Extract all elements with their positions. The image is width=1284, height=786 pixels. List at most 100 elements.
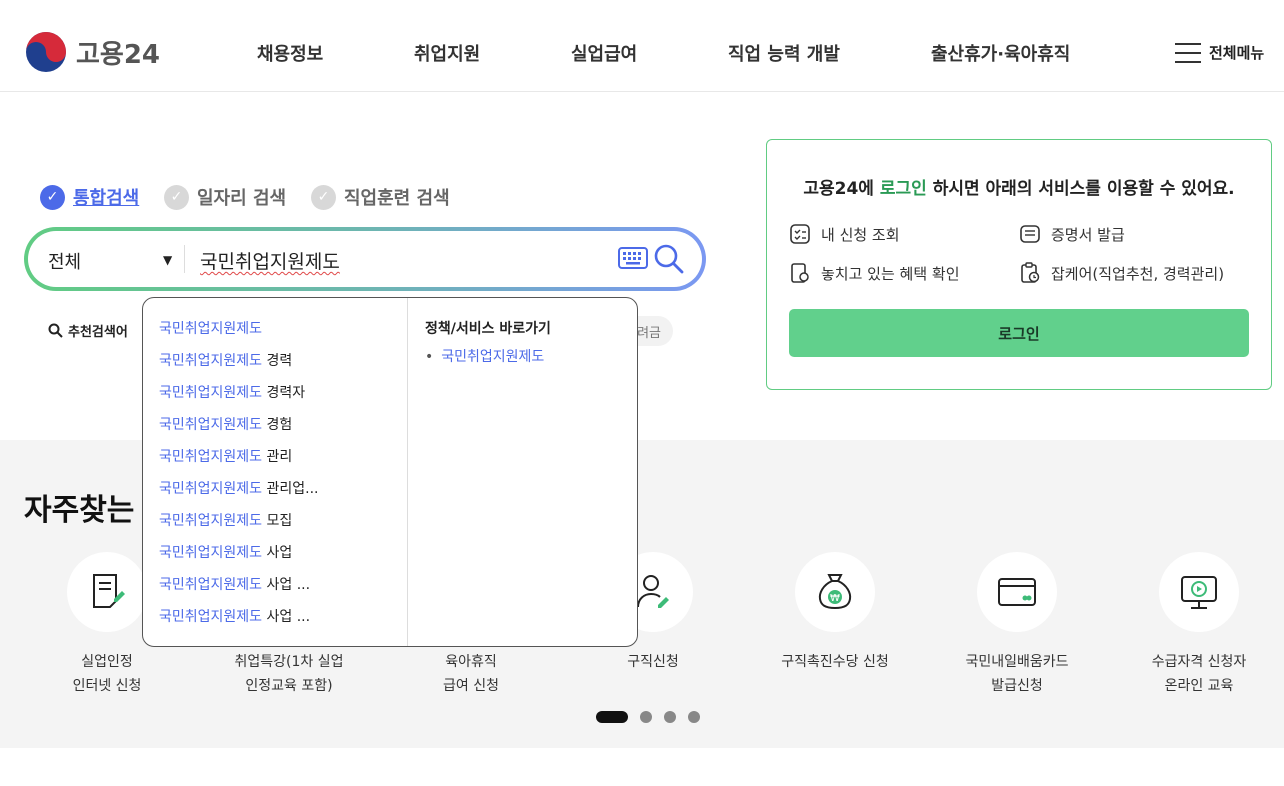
tab-label: 통합검색 [73,188,140,209]
all-menu-label: 전체메뉴 [1209,44,1265,62]
suggestion-keyword: 국민취업지원제도 [159,353,263,369]
site-logo[interactable]: 고용24 [24,30,160,74]
service-missed-benefits[interactable]: 놓치고 있는 혜택 확인 [789,262,960,284]
quick-link-label: 실업인정 인터넷 신청 [72,654,142,694]
shortcut-link[interactable]: • 국민취업지원제도 [425,346,544,366]
keyboard-icon[interactable] [618,247,648,269]
carousel-dot[interactable] [664,711,676,723]
nav-unemployment-benefit[interactable]: 실업급여 [571,40,637,66]
suggestion-item[interactable]: 국민취업지원제도 [159,318,262,338]
suggestion-item[interactable]: 국민취업지원제도 사업 [159,542,292,562]
search-bar: 전체 ▼ 국민취업지원제도 [24,227,706,291]
quick-link-label: 수급자격 신청자 온라인 교육 [1151,654,1247,694]
quick-link-label: 국민내일배움카드 발급신청 [965,654,1069,694]
service-label: 놓치고 있는 혜택 확인 [821,264,960,283]
service-jobcare[interactable]: 잡케어(직업추천, 경력관리) [1019,262,1224,284]
shortcut-title: 정책/서비스 바로가기 [425,321,551,337]
quick-link-label: 육아휴직 급여 신청 [443,654,499,694]
divider [184,245,185,273]
tab-label: 일자리 검색 [197,188,287,209]
monitor-play-icon [1181,576,1217,609]
all-menu-button[interactable]: 전체메뉴 [1175,42,1264,63]
checklist-icon [790,224,810,244]
nav-employment-support[interactable]: 취업지원 [414,40,480,66]
carousel-pagination [596,711,712,723]
suggestion-item[interactable]: 국민취업지원제도 사업 ... [159,606,310,626]
svg-text:₩: ₩ [830,593,840,604]
login-button[interactable]: 로그인 [789,309,1249,357]
check-icon: ✓ [311,184,336,210]
quick-link-label: 취업특강(1차 실업 인정교육 포함) [234,654,344,694]
login-msg-suffix: 하시면 아래의 서비스를 이용할 수 있어요. [926,179,1235,199]
tab-training-search[interactable]: ✓ 직업훈련 검색 [311,184,450,210]
nav-parental-leave[interactable]: 출산휴가·육아휴직 [931,40,1070,66]
nav-jobs[interactable]: 채용정보 [257,40,323,66]
autocomplete-dropdown: 국민취업지원제도 국민취업지원제도 경력 국민취업지원제도 경력자 국민취업지원… [142,297,638,647]
suggestion-keyword: 국민취업지원제도 [159,417,263,433]
nav-job-skills[interactable]: 직업 능력 개발 [728,40,840,66]
site-header: 고용24 채용정보 취업지원 실업급여 직업 능력 개발 출산휴가·육아휴직 전… [0,0,1284,92]
suggestion-keyword: 국민취업지원제도 [159,513,263,529]
suggestion-item[interactable]: 국민취업지원제도 모집 [159,510,292,530]
suggestion-rest: 모집 [262,513,293,529]
shortcut-link-label: 국민취업지원제도 [441,349,545,365]
suggestion-rest: 관리업... [262,481,319,497]
certificate-icon [1020,225,1040,243]
logo-text: 고용24 [76,39,161,70]
carousel-dot[interactable] [688,711,700,723]
carousel-dot[interactable] [640,711,652,723]
suggestion-item[interactable]: 국민취업지원제도 경력 [159,350,292,370]
suggestion-item[interactable]: 국민취업지원제도 경력자 [159,382,305,402]
search-input[interactable]: 국민취업지원제도 [200,247,340,274]
quick-link-label: 구직촉진수당 신청 [781,654,889,670]
service-my-applications[interactable]: 내 신청 조회 [789,223,900,245]
service-label: 잡케어(직업추천, 경력관리) [1051,264,1225,283]
check-icon: ✓ [164,184,189,210]
search-icon [48,323,63,338]
login-msg-prefix: 고용24에 [803,179,880,199]
clipboard-clock-icon [1021,262,1040,283]
search-icon[interactable] [653,243,685,275]
recommended-label: 추천검색어 [68,325,128,340]
suggestion-rest: 경험 [262,417,293,433]
suggestion-item[interactable]: 국민취업지원제도 관리 [159,446,292,466]
quick-link-job-promotion-allowance[interactable]: ₩ 구직촉진수당 신청 [755,552,915,674]
suggestion-rest: 경력 [262,353,293,369]
suggestion-keyword: 국민취업지원제도 [159,481,263,497]
suggestion-item[interactable]: 국민취업지원제도 사업 ... [159,574,310,594]
page-root: 고용24 채용정보 취업지원 실업급여 직업 능력 개발 출산휴가·육아휴직 전… [0,0,1284,786]
suggestion-item[interactable]: 국민취업지원제도 관리업... [159,478,319,498]
caret-down-icon[interactable]: ▼ [163,253,172,267]
quick-link-learning-card[interactable]: 국민내일배움카드 발급신청 [937,552,1097,698]
suggestion-keyword: 국민취업지원제도 [159,321,263,337]
search-scope-select[interactable]: 전체 [48,248,81,274]
service-label: 내 신청 조회 [821,225,900,244]
suggestion-item[interactable]: 국민취업지원제도 경험 [159,414,292,434]
bullet-icon: • [425,349,434,365]
quick-link-label: 구직신청 [627,654,679,670]
suggestion-rest: 사업 [262,545,293,561]
suggestion-rest: 경력자 [262,385,306,401]
login-box: 고용24에 로그인 하시면 아래의 서비스를 이용할 수 있어요. 내 신청 조… [766,139,1272,390]
quick-link-online-education[interactable]: 수급자격 신청자 온라인 교육 [1119,552,1279,698]
taegeuk-logo-icon [26,32,66,72]
suggestion-list: 국민취업지원제도 국민취업지원제도 경력 국민취업지원제도 경력자 국민취업지원… [143,298,408,646]
service-certificate[interactable]: 증명서 발급 [1019,223,1125,245]
carousel-dot[interactable] [596,711,628,723]
check-icon: ✓ [40,184,65,210]
document-pen-icon [93,574,125,608]
hamburger-icon [1175,42,1201,63]
suggestion-keyword: 국민취업지원제도 [159,577,263,593]
tab-job-search[interactable]: ✓ 일자리 검색 [164,184,286,210]
recommended-keywords: 추천검색어 [48,321,128,340]
tab-integrated-search[interactable]: ✓ 통합검색 [40,184,139,210]
card-icon [998,578,1036,606]
suggestion-rest: 관리 [262,449,293,465]
money-bag-icon: ₩ [818,574,852,610]
service-label: 증명서 발급 [1051,225,1125,244]
tab-label: 직업훈련 검색 [344,188,450,209]
login-message: 고용24에 로그인 하시면 아래의 서비스를 이용할 수 있어요. [767,174,1271,199]
document-search-icon [791,263,809,283]
suggestion-keyword: 국민취업지원제도 [159,449,263,465]
suggestion-keyword: 국민취업지원제도 [159,609,263,625]
